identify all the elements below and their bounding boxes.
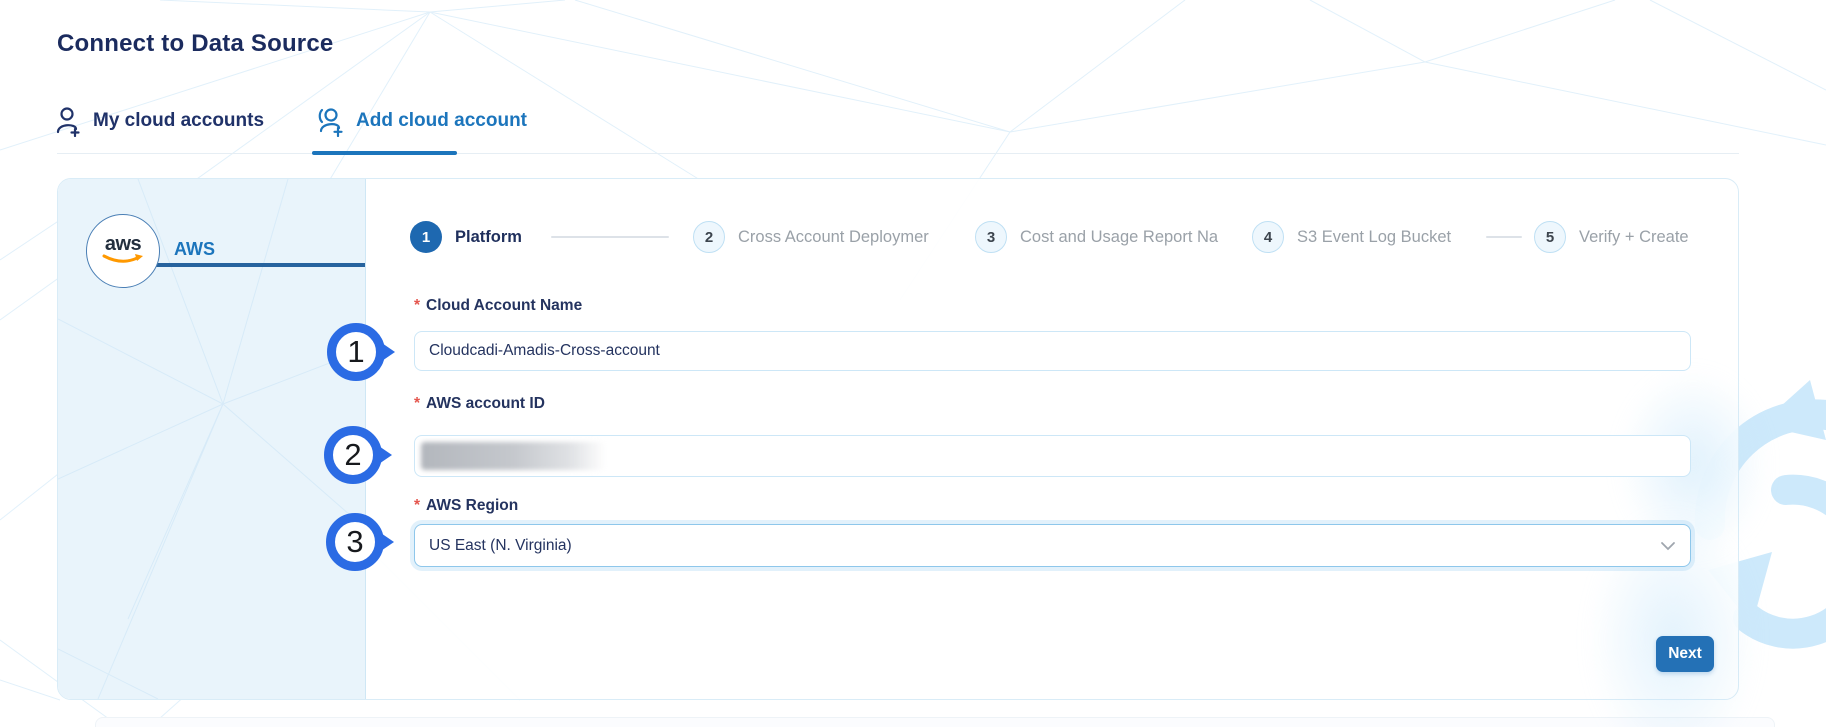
screen: Connect to Data Source My cloud accounts… — [0, 0, 1826, 727]
aws-account-id-label: * AWS account ID — [414, 395, 545, 412]
step-verify-create[interactable]: 5 Verify + Create — [1534, 221, 1689, 253]
required-marker: * — [414, 297, 421, 314]
step-label: Verify + Create — [1579, 227, 1689, 246]
step-number: 2 — [693, 221, 725, 253]
active-tab-underline — [312, 151, 457, 155]
provider-sidebar: aws AWS — [58, 179, 366, 699]
aws-region-value: US East (N. Virginia) — [429, 536, 572, 554]
cloud-account-name-label: * Cloud Account Name — [414, 297, 583, 314]
required-marker: * — [414, 497, 421, 514]
cloud-account-name-input[interactable] — [414, 331, 1691, 371]
page-title: Connect to Data Source — [57, 30, 334, 57]
provider-name: AWS — [174, 239, 216, 259]
aws-smile-icon — [102, 254, 143, 263]
users-add-icon — [318, 108, 343, 137]
next-button[interactable]: Next — [1656, 636, 1714, 672]
redacted-account-id — [421, 442, 606, 470]
chevron-down-icon — [1661, 541, 1675, 550]
annotation-marker-1: 1 — [327, 323, 385, 381]
next-section-card — [95, 717, 1775, 727]
step-connector — [551, 236, 669, 238]
tab-separator — [57, 153, 1739, 154]
step-cost-usage-report[interactable]: 3 Cost and Usage Report Na — [975, 221, 1218, 253]
step-number: 1 — [410, 221, 442, 253]
required-marker: * — [414, 395, 421, 412]
tab-label: Add cloud account — [356, 110, 527, 131]
step-number: 5 — [1534, 221, 1566, 253]
provider-active-underline — [151, 263, 365, 267]
aws-logo-text: aws — [104, 233, 142, 255]
step-number: 3 — [975, 221, 1007, 253]
step-number: 4 — [1252, 221, 1284, 253]
step-cross-account-deployment[interactable]: 2 Cross Account Deploymer — [693, 221, 929, 253]
step-connector — [1486, 236, 1522, 238]
annotation-marker-2: 2 — [324, 426, 382, 484]
aws-logo[interactable]: aws — [86, 214, 160, 288]
step-platform[interactable]: 1 Platform — [410, 221, 522, 253]
user-add-icon — [56, 107, 80, 137]
tab-label: My cloud accounts — [93, 110, 265, 131]
step-label: Cross Account Deploymer — [738, 227, 929, 246]
step-s3-event-log-bucket[interactable]: 4 S3 Event Log Bucket — [1252, 221, 1451, 253]
tab-add-cloud-account[interactable]: Add cloud account — [316, 100, 527, 142]
tab-my-cloud-accounts[interactable]: My cloud accounts — [55, 100, 264, 142]
step-label: S3 Event Log Bucket — [1297, 227, 1452, 246]
step-label: Platform — [455, 227, 522, 246]
aws-region-label: * AWS Region — [414, 497, 519, 514]
annotation-marker-3: 3 — [326, 513, 384, 571]
step-label: Cost and Usage Report Na — [1020, 227, 1219, 246]
add-account-panel: aws AWS 1 Platform 2 Cross Account Deplo… — [57, 178, 1768, 727]
aws-region-select[interactable]: US East (N. Virginia) — [414, 524, 1691, 567]
